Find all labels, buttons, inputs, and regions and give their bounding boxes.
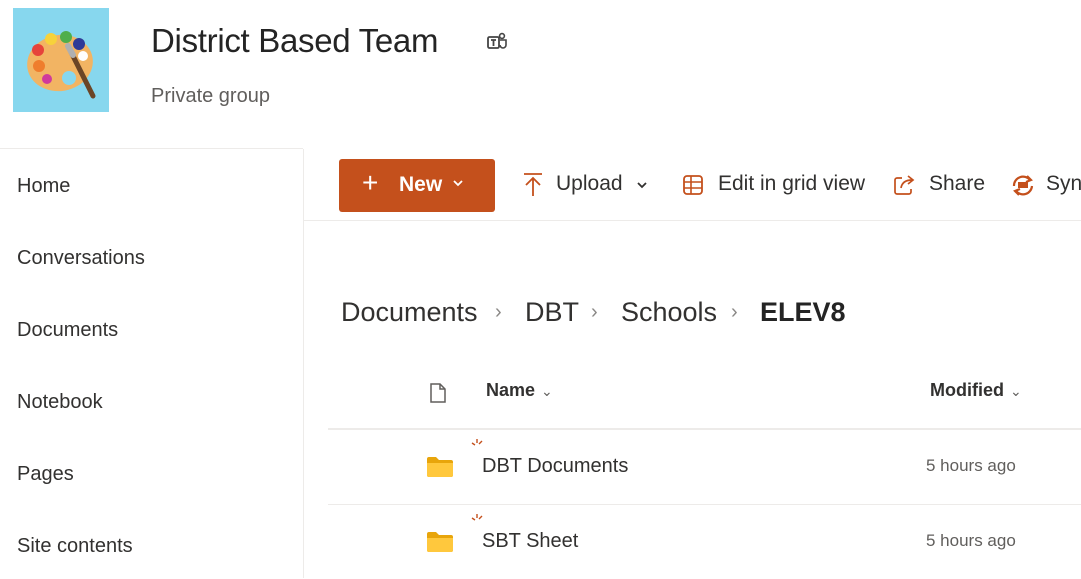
chevron-right-icon: › — [731, 301, 738, 323]
sync-button[interactable]: Syn — [1010, 170, 1081, 202]
breadcrumb-dbt[interactable]: DBT — [525, 297, 579, 328]
breadcrumb-documents[interactable]: Documents — [341, 297, 478, 328]
teams-icon[interactable] — [487, 32, 509, 52]
file-type-icon[interactable] — [429, 382, 447, 404]
site-logo[interactable] — [13, 8, 109, 112]
new-button[interactable]: + New — [339, 159, 495, 212]
chevron-right-icon: › — [495, 301, 502, 323]
nav-item-home[interactable]: Home — [17, 175, 70, 198]
chevron-down-icon — [637, 182, 647, 189]
folder-icon — [427, 532, 453, 552]
new-item-icon — [471, 514, 483, 521]
table-row[interactable]: SBT Sheet 5 hours ago — [328, 505, 1081, 579]
row-name-link[interactable]: DBT Documents — [482, 455, 628, 478]
column-header-modified[interactable]: Modified ⌄ — [930, 380, 1022, 401]
share-icon — [894, 175, 915, 195]
row-modified: 5 hours ago — [926, 531, 1016, 550]
plus-icon: + — [362, 167, 379, 198]
breadcrumb-current: ELEV8 — [760, 297, 846, 327]
column-header-modified-label: Modified — [930, 380, 1004, 400]
share-button[interactable]: Share — [893, 170, 985, 202]
new-item-icon — [471, 439, 483, 446]
row-modified: 5 hours ago — [926, 456, 1016, 475]
left-nav — [0, 149, 304, 578]
site-privacy-label: Private group — [151, 85, 270, 107]
nav-item-conversations[interactable]: Conversations — [17, 247, 145, 270]
palette-icon — [27, 31, 96, 99]
upload-button[interactable]: Upload — [522, 170, 650, 202]
site-title[interactable]: District Based Team — [151, 22, 438, 60]
nav-item-notebook[interactable]: Notebook — [17, 391, 103, 414]
nav-item-site-contents[interactable]: Site contents — [17, 535, 133, 558]
new-button-label: New — [399, 173, 443, 196]
commandbar-divider — [304, 220, 1081, 221]
chevron-down-icon: ⌄ — [1010, 383, 1022, 399]
sync-label: Syn — [1046, 172, 1081, 195]
folder-icon — [427, 457, 453, 477]
chevron-down-icon: ⌄ — [541, 383, 553, 399]
breadcrumb-schools[interactable]: Schools — [621, 297, 717, 328]
upload-icon — [524, 173, 542, 196]
column-header-name-label: Name — [486, 380, 536, 400]
column-header-name[interactable]: Name ⌄ — [486, 380, 553, 401]
edit-grid-view-button[interactable]: Edit in grid view — [682, 170, 867, 202]
grid-icon — [683, 175, 703, 195]
sync-icon — [1012, 175, 1034, 196]
upload-label: Upload — [556, 172, 623, 195]
chevron-down-icon — [453, 180, 463, 187]
share-label: Share — [929, 172, 986, 195]
nav-item-pages[interactable]: Pages — [17, 463, 74, 486]
row-name-link[interactable]: SBT Sheet — [482, 530, 578, 553]
table-row[interactable]: DBT Documents 5 hours ago — [328, 430, 1081, 504]
nav-item-documents[interactable]: Documents — [17, 319, 118, 342]
chevron-right-icon: › — [591, 301, 598, 323]
edit-grid-view-label: Edit in grid view — [718, 172, 866, 195]
